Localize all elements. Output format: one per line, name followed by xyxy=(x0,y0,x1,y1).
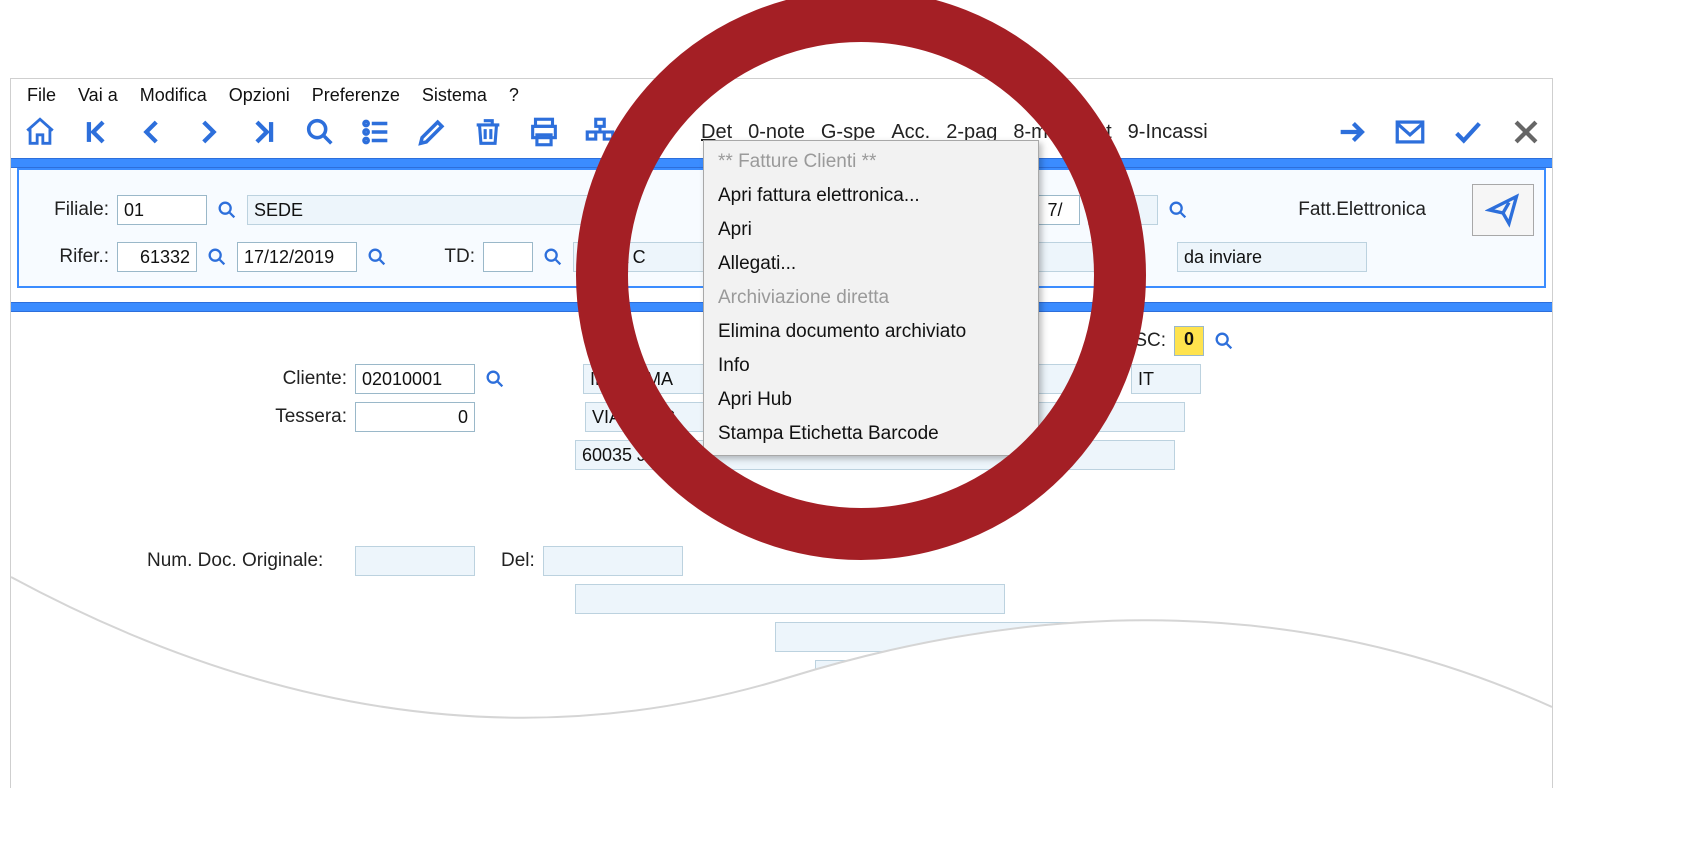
filiale-search-icon[interactable] xyxy=(215,195,239,225)
sc-search-icon[interactable] xyxy=(1212,326,1236,356)
ctx-elimina[interactable]: Elimina documento archiviato xyxy=(704,315,1038,349)
td-code-input[interactable] xyxy=(483,242,533,272)
menu-modifica[interactable]: Modifica xyxy=(132,83,215,108)
numdoc-input[interactable] xyxy=(355,546,475,576)
del-label: Del: xyxy=(501,550,535,572)
home-icon[interactable] xyxy=(17,112,63,152)
ctx-apri-hub[interactable]: Apri Hub xyxy=(704,383,1038,417)
search-icon[interactable] xyxy=(297,112,343,152)
td-label: TD: xyxy=(435,246,475,268)
tab-tot[interactable]: Tot xyxy=(1081,119,1116,146)
date-search-icon[interactable] xyxy=(1166,195,1190,225)
sc-label: SC: xyxy=(1134,330,1166,352)
rifer-num-input[interactable] xyxy=(117,242,197,272)
send-button[interactable] xyxy=(1472,184,1534,236)
next-record-icon[interactable] xyxy=(185,112,231,152)
ctx-apri[interactable]: Apri xyxy=(704,213,1038,247)
rifer-date-search-icon[interactable] xyxy=(365,242,389,272)
menu-opzioni[interactable]: Opzioni xyxy=(221,83,298,108)
generic-field-2[interactable] xyxy=(775,622,1195,652)
an-field xyxy=(1201,660,1261,690)
ctx-info[interactable]: Info xyxy=(704,349,1038,383)
fatt-elettronica-label: Fatt.Elettronica xyxy=(1266,199,1426,221)
document-red-icon[interactable] xyxy=(633,112,679,152)
fe-status-field xyxy=(1177,242,1367,272)
menu-vai-a[interactable]: Vai a xyxy=(70,83,126,108)
generic-field-3[interactable] xyxy=(815,660,1125,690)
cliente-label: Cliente: xyxy=(27,368,347,390)
context-menu: ** Fatture Clienti ** Apri fattura elett… xyxy=(703,140,1039,456)
cliente-country-field xyxy=(1131,364,1201,394)
cliente-code-input[interactable] xyxy=(355,364,475,394)
numdoc-label: Num. Doc. Originale: xyxy=(27,550,347,572)
prev-record-icon[interactable] xyxy=(129,112,175,152)
filiale-code-input[interactable] xyxy=(117,195,207,225)
menu-sistema[interactable]: Sistema xyxy=(414,83,495,108)
hierarchy-icon[interactable] xyxy=(577,112,623,152)
ctx-stampa-barcode[interactable]: Stampa Etichetta Barcode xyxy=(704,417,1038,451)
ctx-apri-fe[interactable]: Apri fattura elettronica... xyxy=(704,179,1038,213)
print-icon[interactable] xyxy=(521,112,567,152)
last-record-icon[interactable] xyxy=(241,112,287,152)
rifer-date-input[interactable] xyxy=(237,242,357,272)
rifer-num-search-icon[interactable] xyxy=(205,242,229,272)
confirm-check-icon[interactable] xyxy=(1448,112,1488,152)
list-icon[interactable] xyxy=(353,112,399,152)
edit-icon[interactable] xyxy=(409,112,455,152)
filiale-desc-field[interactable] xyxy=(247,195,623,225)
first-record-icon[interactable] xyxy=(73,112,119,152)
filiale-label: Filiale: xyxy=(29,199,109,221)
tab-incassi[interactable]: 9-Incassi xyxy=(1124,119,1212,146)
tessera-input[interactable] xyxy=(355,402,475,432)
trash-icon[interactable] xyxy=(465,112,511,152)
close-x-icon[interactable] xyxy=(1506,112,1546,152)
rifer-label: Rifer.: xyxy=(29,246,109,268)
cliente-search-icon[interactable] xyxy=(483,364,507,394)
menu-preferenze[interactable]: Preferenze xyxy=(304,83,408,108)
mail-icon[interactable] xyxy=(1390,112,1430,152)
tessera-label: Tessera: xyxy=(27,406,347,428)
forward-arrow-icon[interactable] xyxy=(1332,112,1372,152)
toolbar-right xyxy=(1332,112,1546,152)
ctx-allegati[interactable]: Allegati... xyxy=(704,247,1038,281)
sc-value: 0 xyxy=(1174,326,1204,356)
del-date-input[interactable] xyxy=(543,546,683,576)
menu-help[interactable]: ? xyxy=(501,83,527,108)
td-search-icon[interactable] xyxy=(541,242,565,272)
generic-field-1[interactable] xyxy=(575,584,1005,614)
date-year-field xyxy=(1088,195,1158,225)
ctx-title: ** Fatture Clienti ** xyxy=(704,145,1038,179)
ctx-archiviazione: Archiviazione diretta xyxy=(704,281,1038,315)
menu-file[interactable]: File xyxy=(19,83,64,108)
menubar: File Vai a Modifica Opzioni Preferenze S… xyxy=(11,79,1552,110)
